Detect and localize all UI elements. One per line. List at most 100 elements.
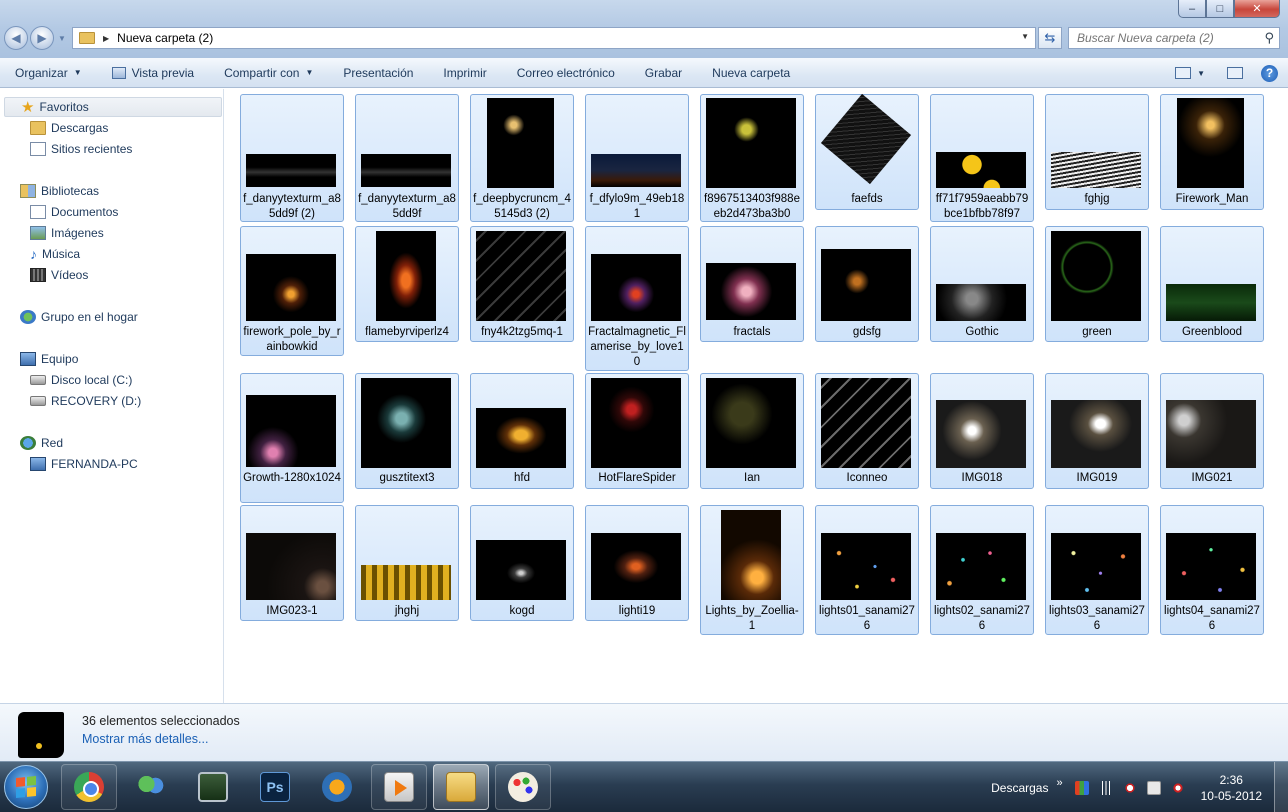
media-player-icon [384,772,414,802]
file-tile[interactable]: kogd [470,505,574,621]
preview-button[interactable]: Vista previa [97,58,209,88]
file-tile[interactable]: lights03_sanami276 [1045,505,1149,635]
arrow-right-icon: ▶ [37,31,47,45]
breadcrumb-arrow-icon[interactable]: ▶ [103,34,109,43]
sidebar-item-computer[interactable]: Equipo [20,349,78,369]
recent-pages-dropdown[interactable]: ▼ [58,34,66,50]
file-tile[interactable]: jhghj [355,505,459,621]
file-tile[interactable]: Growth-1280x1024 [240,373,344,503]
show-desktop-button[interactable] [1274,762,1288,812]
flag-icon[interactable] [1074,780,1089,795]
preview-pane-icon[interactable] [1227,67,1243,79]
file-tile[interactable]: ff71f7959aeabb79bce1bfbb78f97 [930,94,1034,222]
share-button[interactable]: Compartir con ▼ [209,58,328,88]
start-button[interactable] [4,765,48,809]
file-tile[interactable]: f_danyytexturm_a85dd9f (2) [240,94,344,222]
change-view-icon[interactable] [1175,67,1192,79]
battery-icon[interactable] [1146,780,1161,795]
taskbar-avast[interactable] [309,764,365,810]
sidebar-item-videos[interactable]: Vídeos [30,265,88,285]
photoshop-icon: Ps [260,772,290,802]
file-tile[interactable]: green [1045,226,1149,342]
file-tile[interactable]: Greenblood [1160,226,1264,342]
volume-muted-icon[interactable] [1122,780,1137,795]
file-tile[interactable]: Iconneo [815,373,919,489]
email-button[interactable]: Correo electrónico [502,58,630,88]
search-input[interactable] [1077,31,1257,45]
close-button[interactable]: ✕ [1234,0,1280,18]
file-tile[interactable]: lighti19 [585,505,689,621]
breadcrumb-current[interactable]: Nueva carpeta (2) [117,31,213,45]
file-tile[interactable]: hfd [470,373,574,489]
file-tile[interactable]: lights01_sanami276 [815,505,919,635]
file-tile[interactable]: lights04_sanami276 [1160,505,1264,635]
file-tile[interactable]: Fractalmagnetic_Flamerise_by_love10 [585,226,689,371]
maximize-button[interactable]: □ [1206,0,1234,18]
sidebar-item-images[interactable]: Imágenes [30,223,104,243]
signal-icon[interactable] [1098,780,1113,795]
file-tile[interactable]: Lights_by_Zoellia-1 [700,505,804,635]
address-bar[interactable]: ▶ Nueva carpeta (2) ▼ [72,27,1036,49]
search-box[interactable]: ⚲ [1068,27,1280,49]
clock[interactable]: 2:36 10-05-2012 [1201,772,1262,804]
taskbar-task-manager[interactable] [185,764,241,810]
taskbar-messenger[interactable] [123,764,179,810]
forward-button[interactable]: ▶ [30,26,54,50]
sidebar-item-favorites[interactable]: ★ Favoritos [4,97,222,117]
sidebar-item-libraries[interactable]: Bibliotecas [20,181,99,201]
file-tile[interactable]: IMG023-1 [240,505,344,621]
sidebar-item-music[interactable]: ♪ Música [30,244,80,264]
tray-chevron-icon[interactable]: » [1056,777,1062,789]
sidebar-item-pc[interactable]: FERNANDA-PC [30,454,138,474]
sidebar-item-downloads[interactable]: Descargas [30,118,108,138]
file-tile[interactable]: f8967513403f988eeb2d473ba3b0 [700,94,804,222]
file-tile[interactable]: faefds [815,93,919,210]
file-tile[interactable]: HotFlareSpider [585,373,689,489]
refresh-button[interactable]: ⇆ [1038,27,1062,49]
show-more-details-link[interactable]: Mostrar más detalles... [82,732,208,746]
tray-toolbar-label[interactable]: Descargas [991,781,1048,795]
file-tile[interactable]: Gothic [930,226,1034,342]
file-tile[interactable]: firework_pole_by_rainbowkid [240,226,344,356]
file-tile[interactable]: flamebyrviperlz4 [355,226,459,342]
sidebar-item-local-disk[interactable]: Disco local (C:) [30,370,132,390]
taskbar-photoshop[interactable]: Ps [247,764,303,810]
sidebar-item-network[interactable]: Red [20,433,63,453]
file-tile[interactable]: fny4k2tzg5mq-1 [470,226,574,342]
file-tile[interactable]: fractals [700,226,804,342]
organize-button[interactable]: Organizar ▼ [0,58,97,88]
file-tile[interactable]: Ian [700,373,804,489]
file-tile[interactable]: gdsfg [815,226,919,342]
file-tile[interactable]: IMG021 [1160,373,1264,489]
sidebar-item-recent[interactable]: Sitios recientes [30,139,132,159]
file-tile[interactable]: fghjg [1045,94,1149,210]
file-tile[interactable]: Firework_Man [1160,94,1264,210]
file-tile[interactable]: f_danyytexturm_a85dd9f [355,94,459,222]
file-tile[interactable]: f_deepbycruncm_45145d3 (2) [470,94,574,222]
taskbar-media-player[interactable] [371,764,427,810]
sidebar-item-homegroup[interactable]: Grupo en el hogar [20,307,138,327]
thumbnail [821,378,911,468]
network-disconnected-icon[interactable] [1170,780,1185,795]
file-tile[interactable]: gusztitext3 [355,373,459,489]
taskbar-explorer[interactable] [433,764,489,810]
thumbnail [591,254,681,321]
print-button[interactable]: Imprimir [428,58,501,88]
file-tile[interactable]: IMG019 [1045,373,1149,489]
file-tile[interactable]: lights02_sanami276 [930,505,1034,635]
presentation-button[interactable]: Presentación [328,58,428,88]
new-folder-button[interactable]: Nueva carpeta [697,58,805,88]
taskbar-paint[interactable] [495,764,551,810]
file-tile[interactable]: f_dfylo9m_49eb181 [585,94,689,222]
search-icon[interactable]: ⚲ [1264,30,1274,46]
sidebar-item-documents[interactable]: Documentos [30,202,118,222]
taskbar-chrome[interactable] [61,764,117,810]
burn-button[interactable]: Grabar [630,58,697,88]
minimize-button[interactable]: – [1178,0,1206,18]
back-button[interactable]: ◀ [4,26,28,50]
chevron-down-icon[interactable]: ▼ [1197,69,1205,78]
address-dropdown-icon[interactable]: ▼ [1021,32,1029,41]
help-icon[interactable]: ? [1261,64,1278,82]
sidebar-item-recovery[interactable]: RECOVERY (D:) [30,391,141,411]
file-tile[interactable]: IMG018 [930,373,1034,489]
